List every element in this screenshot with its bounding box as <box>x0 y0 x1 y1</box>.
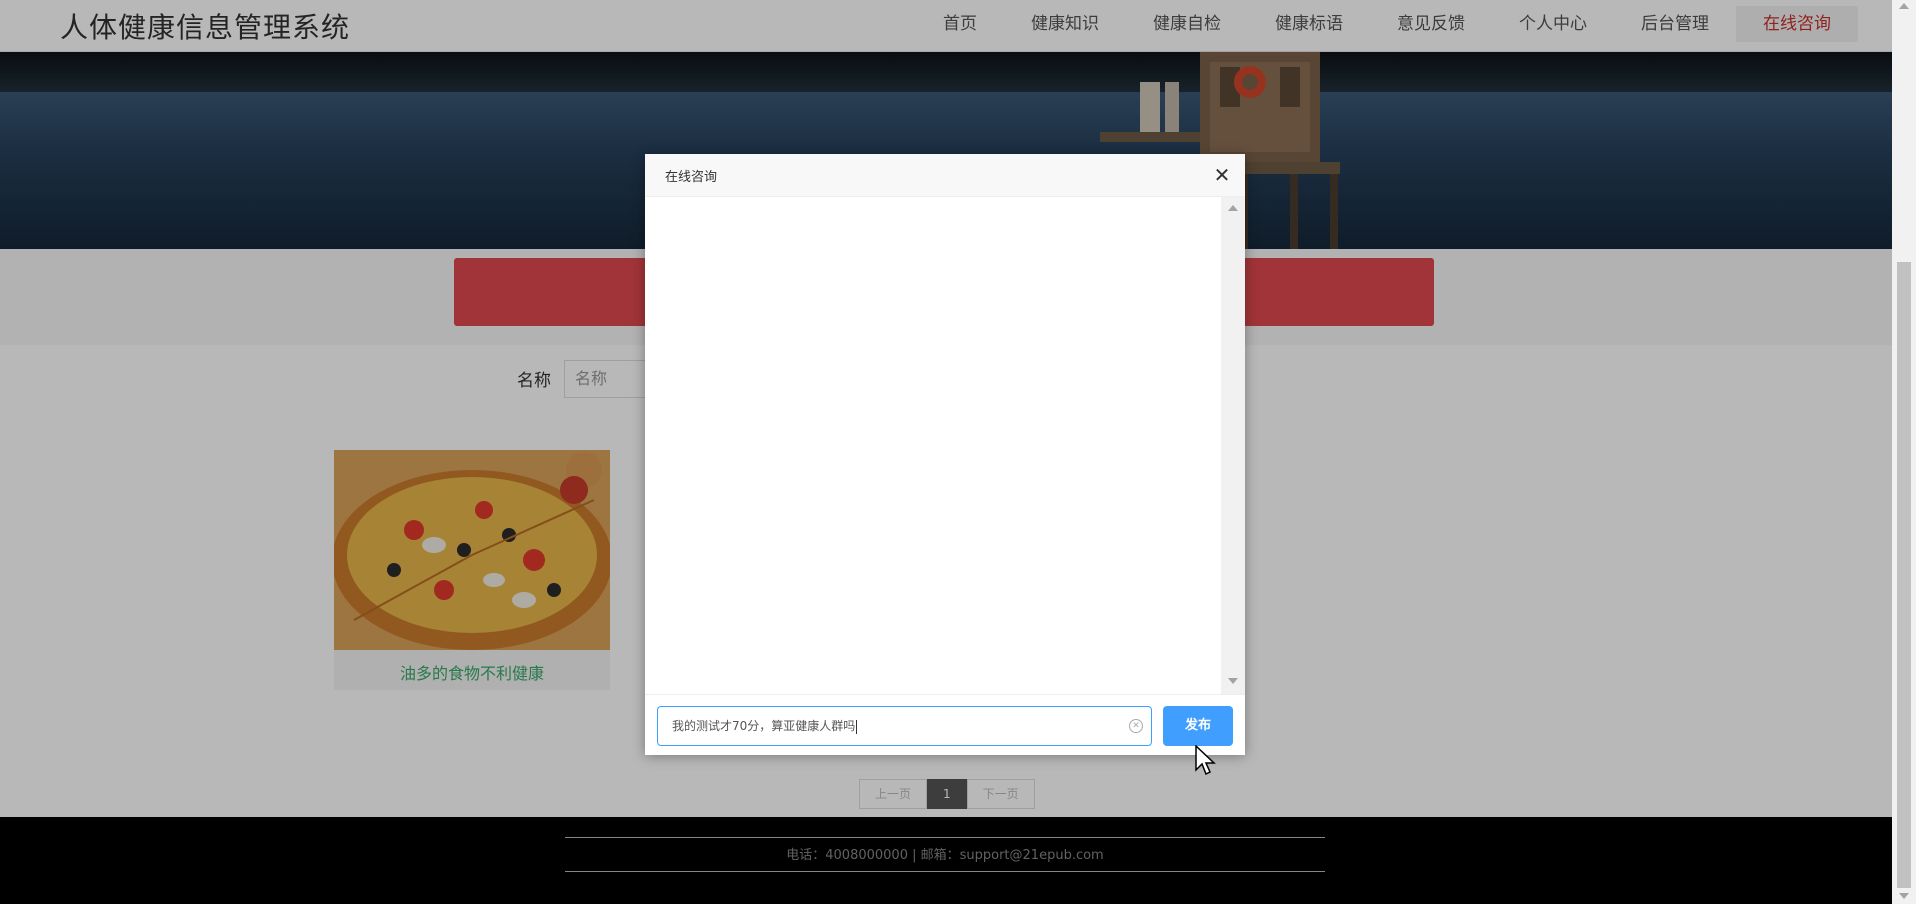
publish-button[interactable]: 发布 <box>1163 706 1233 746</box>
text-caret <box>856 719 858 734</box>
dialog-title: 在线咨询 <box>665 170 718 185</box>
close-icon[interactable]: ✕ <box>1212 165 1232 185</box>
dialog-footer: 我的测试才70分，算亚健康人群吗 ✕ 发布 <box>645 694 1245 755</box>
dialog-header: 在线咨询 ✕ <box>645 154 1245 197</box>
message-input[interactable]: 我的测试才70分，算亚健康人群吗 ✕ <box>657 706 1152 746</box>
mouse-cursor-icon <box>1195 745 1216 776</box>
page-scrollbar[interactable] <box>1892 0 1916 904</box>
scrollbar-thumb[interactable] <box>1897 262 1911 888</box>
consult-dialog: 在线咨询 ✕ 我的测试才70分，算亚健康人群吗 ✕ 发布 <box>645 154 1245 755</box>
chat-scroll-down-icon[interactable] <box>1228 678 1238 684</box>
chat-scrollbar[interactable] <box>1221 197 1245 694</box>
scroll-up-arrow-icon[interactable] <box>1899 3 1909 9</box>
chat-message-area[interactable] <box>645 197 1245 694</box>
scroll-down-arrow-icon[interactable] <box>1899 893 1909 899</box>
message-input-value: 我的测试才70分，算亚健康人群吗 <box>672 719 856 733</box>
chat-scroll-up-icon[interactable] <box>1228 205 1238 211</box>
clear-input-icon[interactable]: ✕ <box>1129 719 1143 733</box>
